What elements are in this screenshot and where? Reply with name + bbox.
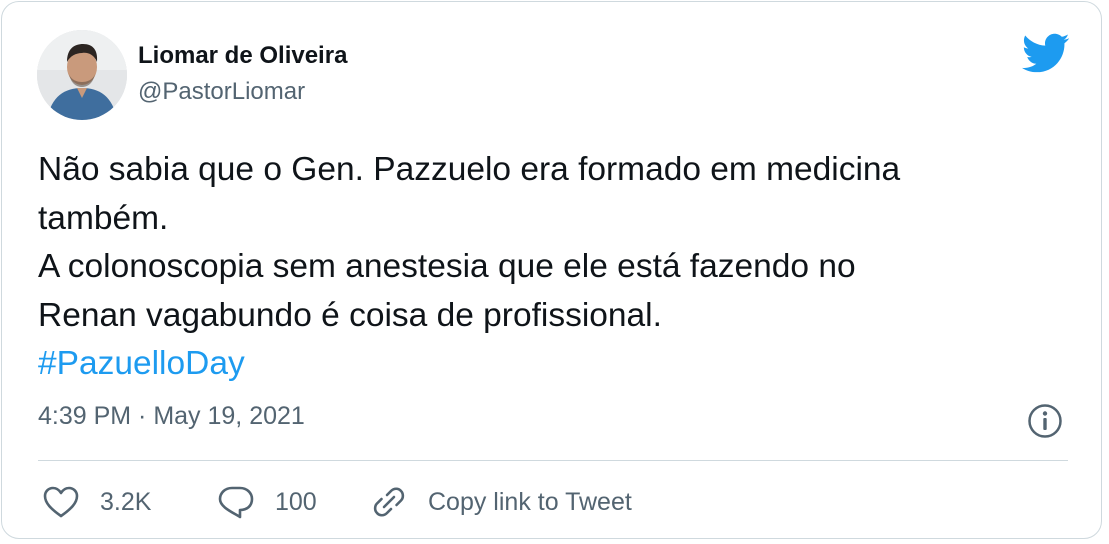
avatar-photo [37, 30, 127, 120]
author-handle[interactable]: @PastorLiomar [138, 78, 305, 106]
reply-count: 100 [275, 487, 317, 516]
avatar[interactable] [37, 30, 127, 120]
copy-link-label: Copy link to Tweet [428, 487, 632, 516]
tweet-text-line: Não sabia que o Gen. Pazzuelo era formad… [38, 151, 901, 188]
tweet-text-line: também. [38, 199, 169, 237]
info-icon[interactable] [1027, 403, 1063, 439]
divider [38, 460, 1068, 461]
like-count: 3.2K [100, 487, 152, 516]
link-icon [373, 487, 405, 517]
tweet-card: Liomar de Oliveira @PastorLiomar Não sab… [1, 1, 1102, 539]
tweet-text-line: Renan vagabundo é coisa de profissional. [38, 296, 662, 334]
hashtag-link[interactable]: #PazuelloDay [38, 340, 1078, 389]
tweet-timestamp[interactable]: 4:39 PM · May 19, 2021 [38, 402, 305, 431]
author-name[interactable]: Liomar de Oliveira [138, 42, 347, 70]
copy-link-button[interactable]: Copy link to Tweet [370, 482, 632, 522]
tweet-text-line: A colonoscopia sem anestesia que ele est… [38, 248, 856, 286]
tweet-text: Não sabia que o Gen. Pazzuelo era formad… [38, 146, 1078, 389]
like-button[interactable]: 3.2K [42, 482, 151, 522]
reply-bubble-icon [218, 486, 254, 519]
reply-button[interactable]: 100 [217, 482, 317, 522]
heart-icon [43, 486, 79, 518]
twitter-bird-icon[interactable] [1020, 32, 1070, 74]
